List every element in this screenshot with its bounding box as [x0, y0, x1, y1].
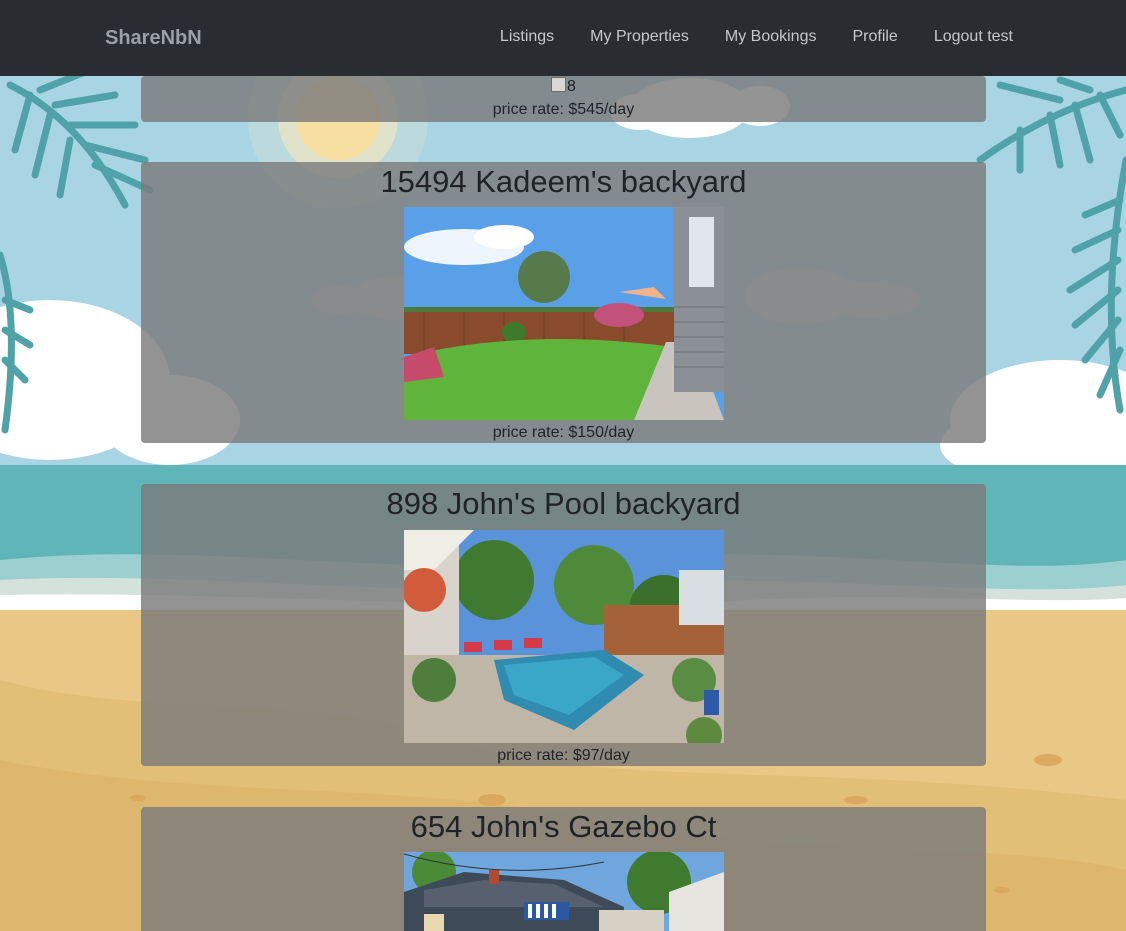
nav-links: Listings My Properties My Bookings Profi… [500, 28, 1013, 46]
brand-link[interactable]: ShareNbN [105, 27, 202, 50]
listing-image[interactable] [404, 207, 724, 420]
broken-image-icon [551, 77, 567, 92]
nav-link-logout[interactable]: Logout test [934, 28, 1013, 46]
listing-title[interactable]: 654 John's Gazebo Ct [141, 809, 986, 845]
image-alt-text: 8 [567, 78, 576, 95]
beach-background [0, 0, 1126, 931]
listing-price: price rate: $150/day [492, 424, 635, 441]
listing-image[interactable] [404, 530, 724, 743]
navbar: ShareNbN Listings My Properties My Booki… [0, 0, 1126, 76]
listing-title[interactable]: 15494 Kadeem's backyard [141, 164, 986, 200]
listing-card[interactable]: 15494 Kadeem's backyard price rate: $150… [141, 162, 986, 443]
listing-title[interactable]: 898 John's Pool backyard [141, 486, 986, 522]
listing-image[interactable]: 8 [141, 77, 986, 97]
nav-link-my-bookings[interactable]: My Bookings [725, 28, 817, 46]
nav-link-listings[interactable]: Listings [500, 28, 554, 46]
listing-card[interactable]: 654 John's Gazebo Ct [141, 807, 986, 931]
listing-price: price rate: $545/day [492, 101, 635, 118]
nav-link-profile[interactable]: Profile [852, 28, 897, 46]
listing-price: price rate: $97/day [497, 747, 630, 764]
listing-card[interactable]: 898 John's Pool backyard price rate: $97… [141, 484, 986, 766]
listing-image[interactable] [404, 852, 724, 931]
listing-card[interactable]: 8 price rate: $545/day [141, 76, 986, 122]
nav-link-my-properties[interactable]: My Properties [590, 28, 689, 46]
